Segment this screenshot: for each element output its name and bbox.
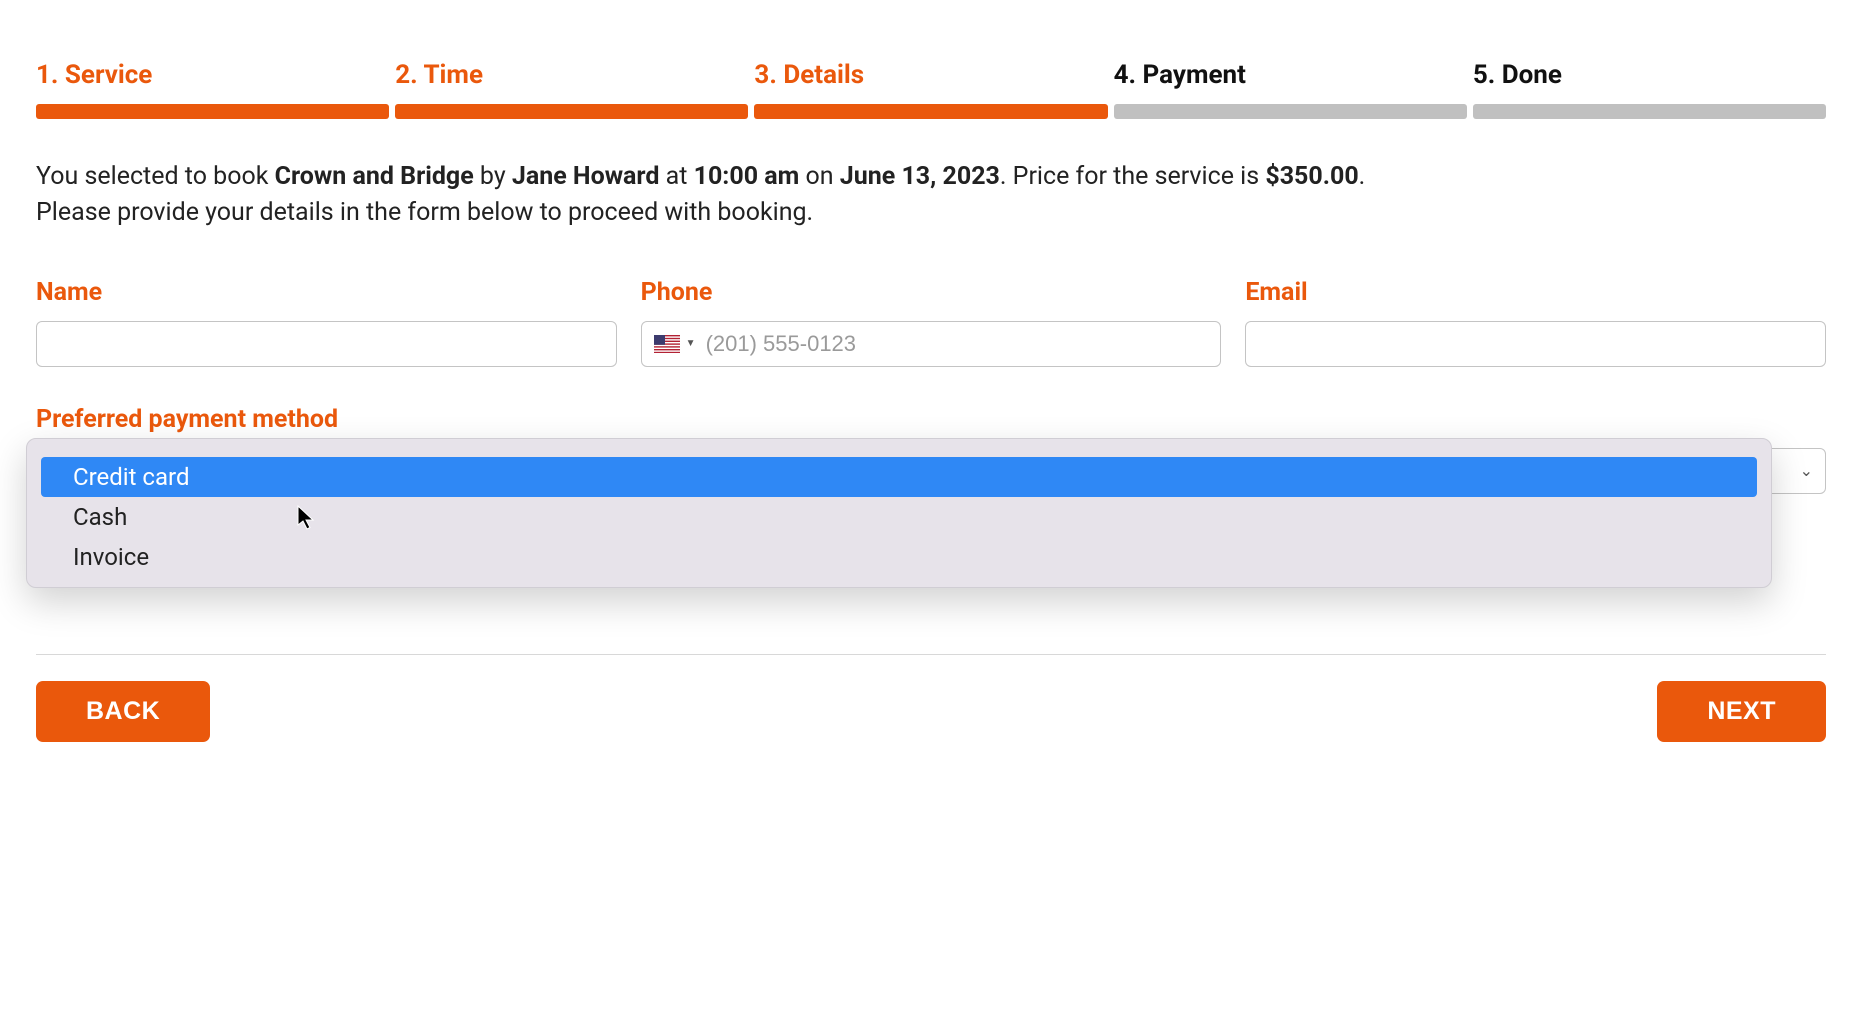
- step-label: 2. Time: [395, 60, 748, 90]
- summary-date: June 13, 2023: [840, 162, 1000, 191]
- step-label: 1. Service: [36, 60, 389, 90]
- caret-down-icon: ▼: [686, 338, 696, 349]
- summary-text: You selected to book: [36, 162, 275, 191]
- us-flag-icon: [654, 335, 680, 353]
- details-form-row: Name Phone ▼: [36, 278, 1826, 367]
- payment-option-invoice[interactable]: Invoice: [41, 537, 1757, 577]
- step-bar: [1473, 104, 1826, 119]
- summary-price: $350.00: [1265, 162, 1358, 191]
- summary-time: 10:00 am: [694, 162, 800, 191]
- step-label: 5. Done: [1473, 60, 1826, 90]
- payment-option-credit-card[interactable]: Credit card: [41, 457, 1757, 497]
- step-bar: [1114, 104, 1467, 119]
- phone-input[interactable]: [706, 331, 1209, 357]
- step-label: 4. Payment: [1114, 60, 1467, 90]
- payment-option-cash[interactable]: Cash: [41, 497, 1757, 537]
- email-label: Email: [1245, 278, 1826, 307]
- email-group: Email: [1245, 278, 1826, 367]
- payment-label: Preferred payment method: [36, 405, 1826, 434]
- summary-service: Crown and Bridge: [275, 162, 474, 191]
- phone-input-wrapper: ▼: [641, 321, 1222, 367]
- phone-group: Phone ▼: [641, 278, 1222, 367]
- payment-dropdown: Credit card Cash Invoice: [26, 438, 1772, 588]
- summary-text: at: [659, 162, 693, 191]
- email-input[interactable]: [1245, 321, 1826, 367]
- name-input[interactable]: [36, 321, 617, 367]
- summary-text: by: [474, 162, 512, 191]
- summary-text: .: [1359, 162, 1366, 191]
- divider: [36, 654, 1826, 655]
- step-bar: [395, 104, 748, 119]
- chevron-down-icon: ⌄: [1800, 461, 1813, 480]
- next-button[interactable]: NEXT: [1657, 681, 1826, 742]
- step-payment[interactable]: 4. Payment: [1114, 60, 1467, 119]
- step-bar: [754, 104, 1107, 119]
- step-details[interactable]: 3. Details: [754, 60, 1107, 119]
- nav-buttons: BACK NEXT: [36, 681, 1826, 742]
- summary-text: . Price for the service is: [1000, 162, 1265, 191]
- step-service[interactable]: 1. Service: [36, 60, 389, 119]
- progress-steps: 1. Service 2. Time 3. Details 4. Payment…: [36, 60, 1826, 119]
- summary-text: on: [799, 162, 839, 191]
- step-bar: [36, 104, 389, 119]
- name-group: Name: [36, 278, 617, 367]
- name-label: Name: [36, 278, 617, 307]
- step-done[interactable]: 5. Done: [1473, 60, 1826, 119]
- country-selector[interactable]: ▼: [654, 335, 706, 353]
- phone-label: Phone: [641, 278, 1222, 307]
- summary-line2: Please provide your details in the form …: [36, 198, 813, 227]
- step-time[interactable]: 2. Time: [395, 60, 748, 119]
- back-button[interactable]: BACK: [36, 681, 210, 742]
- payment-option-empty[interactable]: [41, 445, 1757, 457]
- step-label: 3. Details: [754, 60, 1107, 90]
- summary-provider: Jane Howard: [512, 162, 660, 191]
- booking-summary: You selected to book Crown and Bridge by…: [36, 159, 1826, 232]
